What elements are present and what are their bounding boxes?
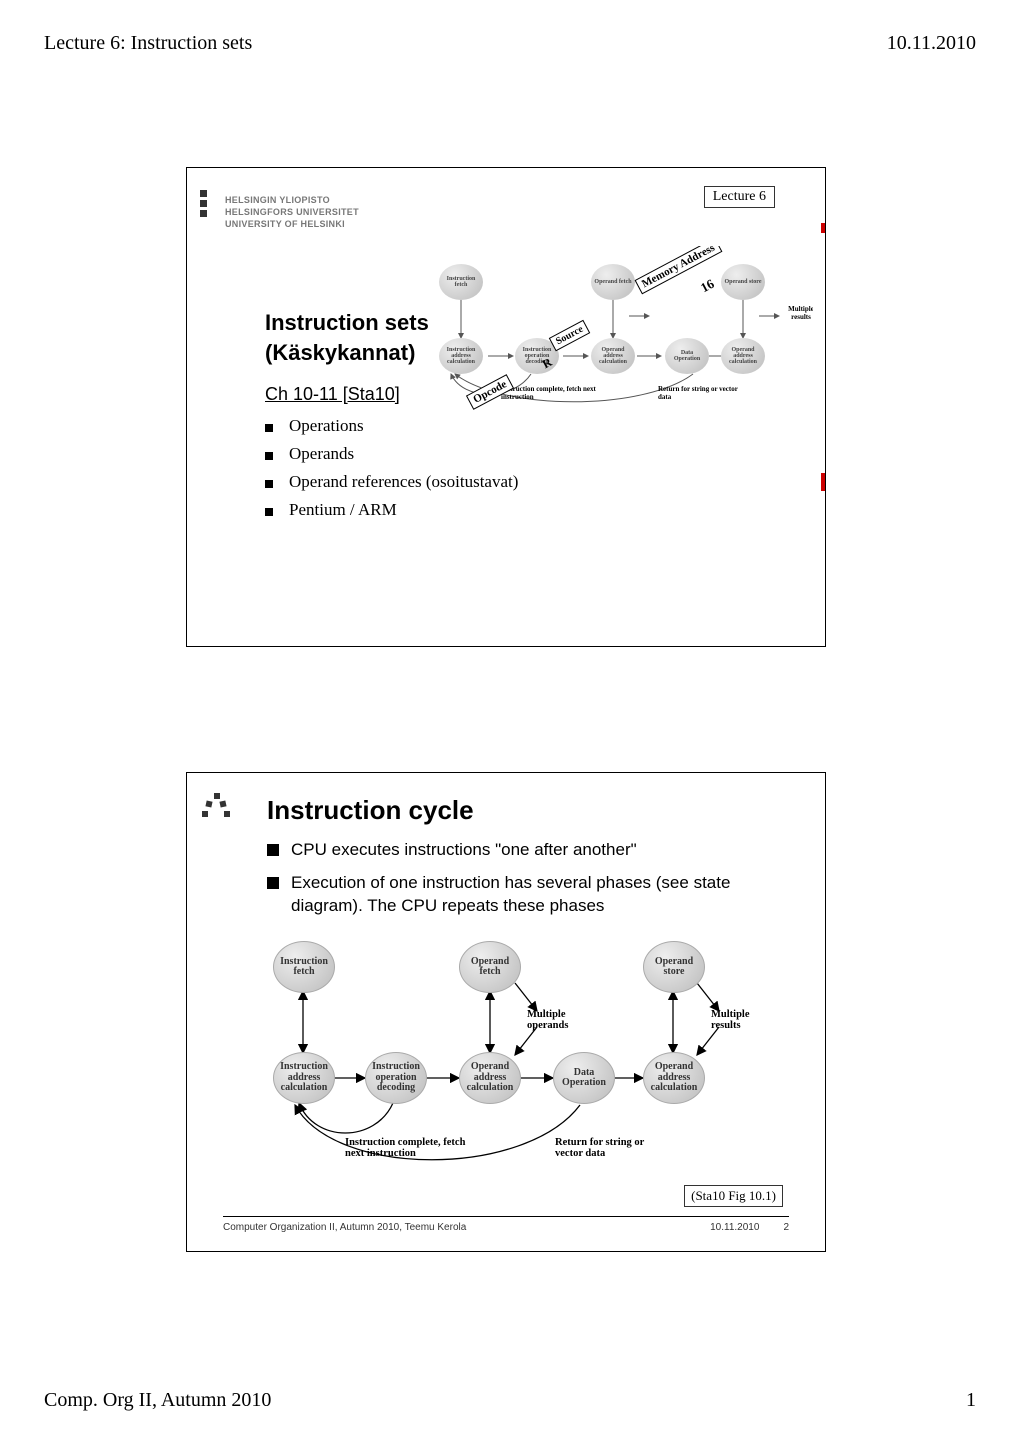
list-item: Execution of one instruction has several… <box>267 872 787 918</box>
mini-node-instruction-fetch: Instruction fetch <box>439 264 483 300</box>
list-item: CPU executes instructions "one after ano… <box>267 839 787 862</box>
slide1-bullet-list: Operations Operands Operand references (… <box>265 416 518 528</box>
list-item: Operand references (osoitustavat) <box>265 472 518 492</box>
university-name-fi: HELSINGIN YLIOPISTO <box>225 194 359 206</box>
mini-label-multiple-results: Multiple results <box>778 306 813 321</box>
mini-node-operand-address-calc-dst: Operand address calculation <box>721 338 765 374</box>
university-logo-icon <box>200 791 234 825</box>
footer-page: 2 <box>783 1222 789 1233</box>
mini-label-instruction-complete: Instruction complete, fetch next instruc… <box>501 386 601 401</box>
node-instruction-op-decoding: Instruction operation decoding <box>365 1052 427 1104</box>
node-operand-fetch: Operand fetch <box>459 941 521 993</box>
node-line: calculation <box>467 1083 514 1094</box>
slide-1: Lecture 6 HELSINGIN YLIOPISTO HELSINGFOR… <box>186 167 826 647</box>
page-header-right: 10.11.2010 <box>887 32 976 55</box>
node-line: fetch <box>293 967 314 978</box>
lecture-badge: Lecture 6 <box>704 186 775 208</box>
label-multiple-results: Multiple results <box>711 1009 767 1032</box>
slide2-bullet-list: CPU executes instructions "one after ano… <box>267 839 787 928</box>
page-header-left: Lecture 6: Instruction sets <box>44 32 252 55</box>
slide1-title: Instruction sets (Käskykannat) <box>265 308 429 367</box>
footer-course: Computer Organization II, Autumn 2010, T… <box>223 1222 466 1233</box>
slide1-chapter: Ch 10-11 [Sta10] <box>265 384 400 405</box>
node-line: Operation <box>562 1078 606 1089</box>
page-footer-left: Comp. Org II, Autumn 2010 <box>44 1389 271 1412</box>
label-instruction-complete: Instruction complete, fetch next instruc… <box>345 1137 475 1160</box>
list-item: Pentium / ARM <box>265 500 518 520</box>
slide1-title-line1: Instruction sets <box>265 310 429 335</box>
slide-2: Instruction cycle CPU executes instructi… <box>186 772 826 1252</box>
node-operand-address-calc-dst: Operand address calculation <box>643 1052 705 1104</box>
mini-node-operand-store: Operand store <box>721 264 765 300</box>
university-name-en: UNIVERSITY OF HELSINKI <box>225 218 359 230</box>
slide2-footer: Computer Organization II, Autumn 2010, T… <box>223 1216 789 1233</box>
footer-date: 10.11.2010 <box>710 1222 759 1233</box>
slide1-title-line2: (Käskykannat) <box>265 340 415 365</box>
slide2-title: Instruction cycle <box>267 795 474 826</box>
university-name: HELSINGIN YLIOPISTO HELSINGFORS UNIVERSI… <box>225 194 359 230</box>
list-item: Operands <box>265 444 518 464</box>
mini-node-data-operation: Data Operation <box>665 338 709 374</box>
node-line: calculation <box>281 1083 328 1094</box>
instruction-cycle-diagram: Instruction fetch Operand fetch Operand … <box>265 933 765 1183</box>
mini-label-return-string: Return for string or vector data <box>658 386 738 401</box>
page-footer-right: 1 <box>966 1389 976 1412</box>
decorative-red-tab <box>821 473 825 491</box>
node-data-operation: Data Operation <box>553 1052 615 1104</box>
mini-node-operand-fetch: Operand fetch <box>591 264 635 300</box>
university-name-sv: HELSINGFORS UNIVERSITET <box>225 206 359 218</box>
figure-caption: (Sta10 Fig 10.1) <box>684 1185 783 1207</box>
node-instruction-address-calc: Instruction address calculation <box>273 1052 335 1104</box>
slide1-mini-diagram: Instruction fetch Operand fetch Operand … <box>433 246 813 416</box>
decorative-red-tab <box>821 223 825 233</box>
node-line: decoding <box>377 1083 415 1094</box>
node-instruction-fetch: Instruction fetch <box>273 941 335 993</box>
university-logo-icon <box>200 190 207 220</box>
mini-node-operand-address-calc-src: Operand address calculation <box>591 338 635 374</box>
label-multiple-operands: Multiple operands <box>527 1009 583 1032</box>
mini-node-instruction-address-calc: Instruction address calculation <box>439 338 483 374</box>
node-line: calculation <box>651 1083 698 1094</box>
node-operand-address-calc-src: Operand address calculation <box>459 1052 521 1104</box>
label-return-string: Return for string or vector data <box>555 1137 665 1160</box>
node-operand-store: Operand store <box>643 941 705 993</box>
node-line: store <box>664 967 685 978</box>
list-item: Operations <box>265 416 518 436</box>
node-line: fetch <box>479 967 500 978</box>
